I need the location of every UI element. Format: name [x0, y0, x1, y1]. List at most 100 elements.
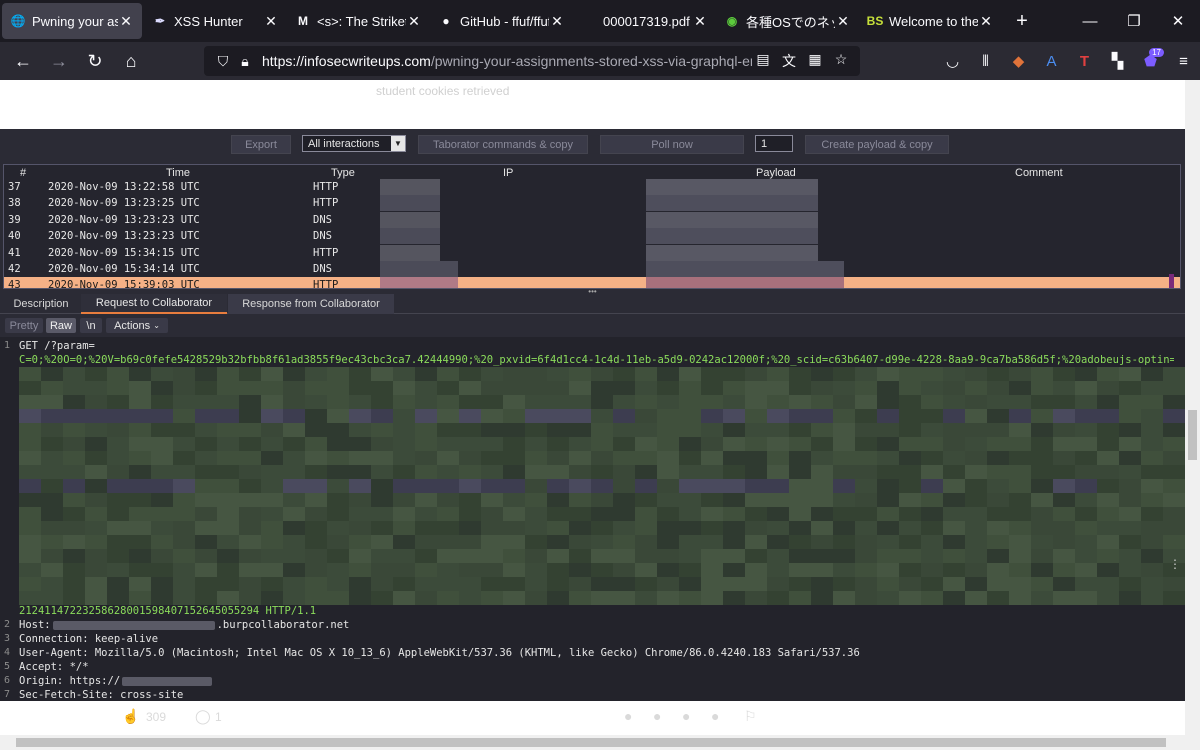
clap-icon[interactable]: ☝: [122, 708, 139, 725]
pretty-button[interactable]: Pretty: [5, 318, 43, 333]
tab-request-to-collaborator[interactable]: Request to Collaborator: [81, 294, 227, 314]
redaction-tile: [393, 465, 415, 479]
new-tab-button[interactable]: +: [1002, 0, 1042, 42]
scroll-thumb[interactable]: [1188, 410, 1197, 460]
comment-icon[interactable]: ◯: [195, 708, 211, 725]
redaction-tile: [1053, 507, 1075, 521]
redaction-tile: [943, 465, 965, 479]
export-button[interactable]: Export: [231, 135, 291, 154]
tab-close-icon[interactable]: ✕: [692, 13, 708, 30]
redaction-tile: [613, 381, 635, 395]
hscroll-thumb[interactable]: [16, 738, 1166, 747]
share-link-icon[interactable]: ●: [711, 708, 719, 724]
translate-icon[interactable]: 文: [776, 51, 802, 71]
back-icon[interactable]: ←: [6, 46, 40, 76]
pocket-icon[interactable]: ◡: [936, 46, 969, 76]
tab-description[interactable]: Description: [2, 294, 80, 314]
redaction-tile: [657, 423, 679, 437]
redaction-tile: [459, 381, 481, 395]
row-type: DNS: [313, 263, 332, 275]
raw-button[interactable]: Raw: [46, 318, 76, 333]
extension-blocks-icon[interactable]: ▚: [1101, 46, 1134, 76]
minimize-icon[interactable]: —: [1068, 0, 1112, 42]
table-row[interactable]: 39 2020-Nov-09 13:23:23 UTC DNS: [4, 211, 1180, 228]
table-row[interactable]: 40 2020-Nov-09 13:23:23 UTC DNS: [4, 228, 1180, 245]
extension-t-icon[interactable]: T: [1068, 46, 1101, 76]
redaction-tile: [679, 465, 701, 479]
browser-tab[interactable]: BS Welcome to the BS✕: [859, 0, 1002, 42]
redacted-ip: [380, 179, 440, 195]
page-vertical-scrollbar[interactable]: [1185, 80, 1200, 735]
create-payload-button[interactable]: Create payload & copy: [805, 135, 949, 154]
share-twitter-icon[interactable]: ●: [624, 708, 632, 724]
reload-icon[interactable]: ↻: [78, 46, 112, 76]
redaction-tile: [745, 591, 767, 605]
newline-toggle-button[interactable]: \n: [80, 318, 102, 333]
redaction-tile: [877, 395, 899, 409]
extension-badge-icon[interactable]: ⬟ 17: [1134, 46, 1167, 76]
table-row[interactable]: 42 2020-Nov-09 15:34:14 UTC DNS: [4, 261, 1180, 277]
home-icon[interactable]: ⌂: [114, 46, 148, 76]
bookmark-icon[interactable]: ⚐: [744, 708, 757, 725]
redaction-tile: [635, 395, 657, 409]
redaction-tile: [327, 577, 349, 591]
tab-close-icon[interactable]: ✕: [835, 13, 851, 30]
redaction-tile: [525, 395, 547, 409]
browser-tab[interactable]: 🌐 Pwning your assignments✕: [2, 3, 142, 39]
redaction-tile: [459, 437, 481, 451]
reader-view-icon[interactable]: ▤: [750, 51, 776, 71]
browser-tab[interactable]: ◉ 各種OSでのネットワーク✕: [716, 0, 859, 42]
browser-tab[interactable]: 000017319.pdf ✕: [573, 0, 716, 42]
menu-icon[interactable]: ≡: [1167, 46, 1200, 76]
redaction-tile: [305, 437, 327, 451]
library-icon[interactable]: ⫴: [969, 46, 1002, 76]
redaction-tile: [151, 381, 173, 395]
lock-icon[interactable]: 🔒︎: [234, 53, 256, 70]
share-facebook-icon[interactable]: ●: [653, 708, 661, 724]
redacted-payload: [646, 277, 844, 288]
request-editor[interactable]: 1 2 3 4 5 6 7 GET /?param= C=0;%20O=0;%2…: [0, 337, 1185, 701]
tab-response-from-collaborator[interactable]: Response from Collaborator: [228, 294, 394, 314]
grid-icon[interactable]: ▦: [802, 51, 828, 71]
browser-tab[interactable]: M <s>: The Strikethrough✕: [287, 0, 430, 42]
url-bar[interactable]: ⛉ 🔒︎ https://infosecwriteups.com/pwning-…: [204, 46, 860, 76]
table-scroll-thumb[interactable]: [1169, 274, 1174, 288]
page-horizontal-scrollbar[interactable]: [0, 735, 1200, 750]
share-linkedin-icon[interactable]: ●: [682, 708, 690, 724]
table-row[interactable]: 37 2020-Nov-09 13:22:58 UTC HTTP: [4, 179, 1180, 195]
table-row[interactable]: 38 2020-Nov-09 13:23:25 UTC HTTP: [4, 195, 1180, 212]
redaction-tile: [63, 591, 85, 605]
tab-close-icon[interactable]: ✕: [978, 13, 994, 30]
tab-close-icon[interactable]: ✕: [406, 13, 422, 30]
redaction-tile: [943, 521, 965, 535]
redaction-tile: [1009, 423, 1031, 437]
taborator-copy-button[interactable]: Taborator commands & copy: [418, 135, 588, 154]
tab-close-icon[interactable]: ✕: [263, 13, 279, 30]
tab-close-icon[interactable]: ✕: [118, 13, 134, 30]
actions-dropdown[interactable]: Actions ⌄: [106, 318, 168, 333]
table-row[interactable]: 41 2020-Nov-09 15:34:15 UTC HTTP: [4, 244, 1180, 261]
poll-now-button[interactable]: Poll now: [600, 135, 744, 154]
forward-icon[interactable]: →: [42, 46, 76, 76]
payload-count-input[interactable]: 1: [755, 135, 793, 152]
redaction-tile: [789, 409, 811, 423]
more-options-icon[interactable]: ⋮: [1169, 557, 1181, 571]
tab-close-icon[interactable]: ✕: [549, 13, 565, 30]
url-text[interactable]: https://infosecwriteups.com/pwning-your-…: [262, 53, 752, 69]
redaction-tile: [723, 451, 745, 465]
tracking-shield-icon[interactable]: ⛉: [212, 53, 234, 70]
restore-icon[interactable]: ❐: [1112, 0, 1156, 42]
close-window-icon[interactable]: ✕: [1156, 0, 1200, 42]
extension-fox-icon[interactable]: ◆: [1002, 46, 1035, 76]
bookmark-star-icon[interactable]: ☆: [828, 51, 854, 71]
host-header-line: Host: .burpcollaborator.net: [19, 619, 349, 631]
redaction-tile: [525, 493, 547, 507]
browser-tab[interactable]: ✒ XSS Hunter ✕: [144, 0, 287, 42]
redaction-tile: [921, 367, 943, 381]
interaction-filter-select[interactable]: All interactions ▼: [302, 135, 406, 152]
extension-translate-icon[interactable]: A: [1035, 46, 1068, 76]
redaction-tile: [591, 535, 613, 549]
redaction-tile: [437, 535, 459, 549]
redaction-tile: [459, 493, 481, 507]
browser-tab[interactable]: ● GitHub - ffuf/ffuf ✕: [430, 0, 573, 42]
